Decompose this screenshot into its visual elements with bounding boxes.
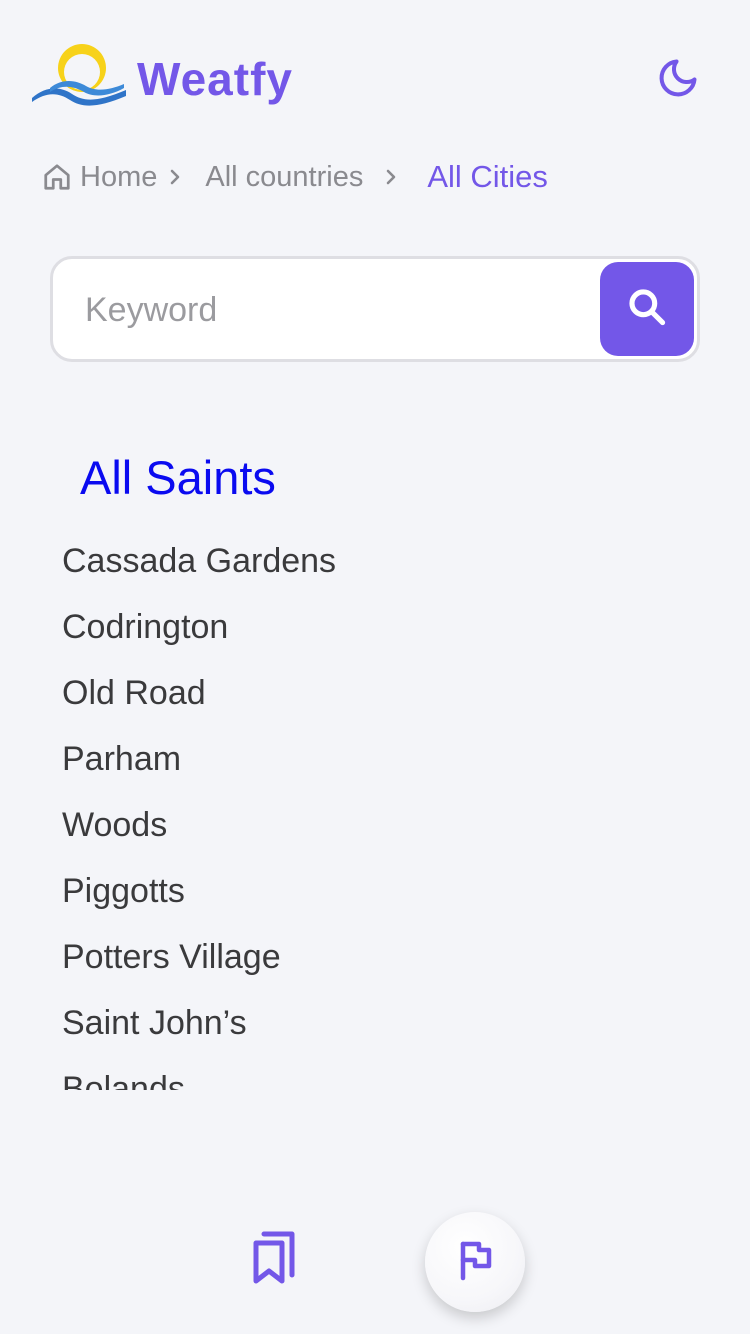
chevron-right-icon <box>385 167 399 187</box>
breadcrumb-all-cities: All Cities <box>427 159 548 195</box>
city-list-item[interactable]: Cassada Gardens <box>62 528 702 594</box>
search-bar <box>50 256 700 362</box>
flag-icon <box>455 1238 495 1287</box>
nav-bookmarks-button[interactable] <box>246 1230 302 1290</box>
breadcrumb-all-cities-label: All Cities <box>427 159 548 194</box>
breadcrumb-home-label: Home <box>80 160 158 193</box>
city-list-item[interactable]: Bolands <box>62 1056 702 1090</box>
moon-icon <box>656 56 700 105</box>
region-title: All Saints <box>80 451 276 504</box>
city-list-item[interactable]: Codrington <box>62 594 702 660</box>
brand-name: Weatfy <box>137 53 293 105</box>
city-list-item[interactable]: Saint John’s <box>62 990 702 1056</box>
city-list-item[interactable]: Woods <box>62 792 702 858</box>
search-icon <box>625 285 669 334</box>
bookmarks-icon <box>250 1231 298 1290</box>
app-header: Weatfy <box>0 0 750 150</box>
chevron-right-icon <box>169 167 183 187</box>
city-list[interactable]: Cassada Gardens Codrington Old Road Parh… <box>62 528 702 1090</box>
breadcrumb-home[interactable]: Home <box>42 161 157 194</box>
bottom-navigation <box>0 1200 750 1334</box>
theme-toggle-button[interactable] <box>650 52 706 108</box>
breadcrumb-all-countries[interactable]: All countries <box>205 161 363 194</box>
nav-countries-button[interactable] <box>425 1212 525 1312</box>
city-list-item[interactable]: Piggotts <box>62 858 702 924</box>
breadcrumb-all-countries-label: All countries <box>205 160 364 193</box>
sun-over-waves-logo <box>32 40 128 110</box>
city-list-item[interactable]: Old Road <box>62 660 702 726</box>
app-screen: Weatfy Home All countries All Cities Key… <box>0 0 750 1334</box>
search-button[interactable] <box>600 262 694 356</box>
home-icon <box>42 162 72 192</box>
search-input[interactable] <box>83 259 597 361</box>
breadcrumb: Home All countries All Cities <box>42 155 548 199</box>
city-list-item[interactable]: Parham <box>62 726 702 792</box>
city-list-item[interactable]: Potters Village <box>62 924 702 990</box>
